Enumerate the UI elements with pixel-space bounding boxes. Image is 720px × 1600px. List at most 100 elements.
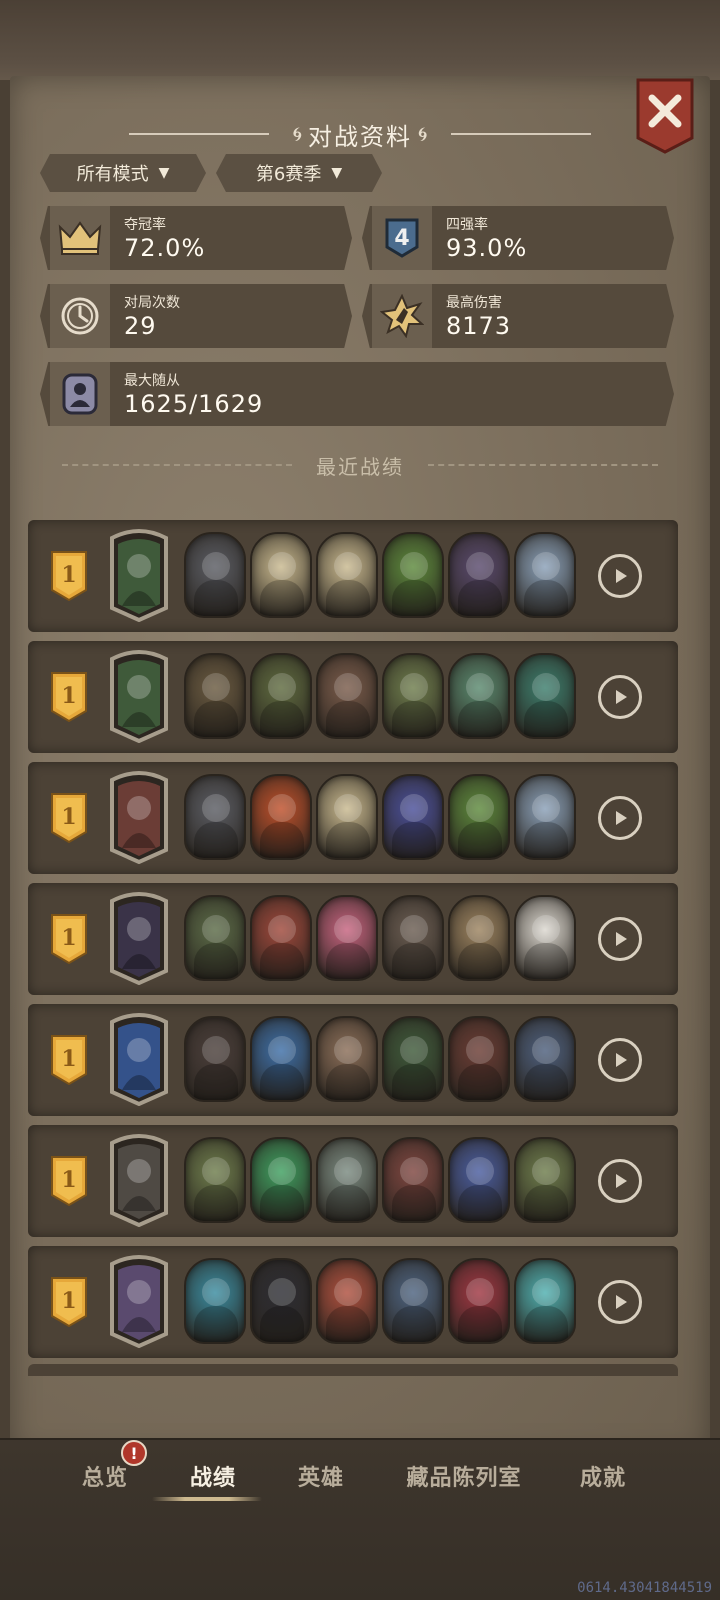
title-row: 🌀︎ 对战资料 🌀︎ — [0, 112, 720, 156]
minion-card[interactable] — [250, 774, 312, 860]
minion-card[interactable] — [316, 1016, 378, 1102]
close-icon — [636, 78, 694, 154]
minion-card[interactable] — [250, 532, 312, 618]
stat-label: 对局次数 — [124, 295, 180, 311]
minion-card[interactable] — [184, 1258, 246, 1344]
tab-heroes[interactable]: 英雄 — [288, 1460, 354, 1500]
minion-card[interactable] — [448, 1137, 510, 1223]
minion-card[interactable] — [382, 1016, 444, 1102]
hero-portrait[interactable] — [104, 1254, 174, 1348]
stat-top-four-rate: 4 四强率 93.0% — [362, 206, 674, 270]
minion-card[interactable] — [316, 1258, 378, 1344]
hero-portrait[interactable] — [104, 649, 174, 743]
play-icon — [616, 690, 627, 704]
minion-card[interactable] — [316, 532, 378, 618]
minion-card[interactable] — [184, 895, 246, 981]
stat-label: 夺冠率 — [124, 217, 166, 233]
minion-card[interactable] — [382, 895, 444, 981]
play-icon — [616, 1174, 627, 1188]
title-divider-left — [128, 133, 269, 135]
minion-card[interactable] — [184, 774, 246, 860]
minion-card[interactable] — [382, 774, 444, 860]
replay-button[interactable] — [598, 675, 642, 719]
stat-label: 最高伤害 — [446, 295, 502, 311]
tab-achievements[interactable]: 成就 — [570, 1460, 636, 1500]
chevron-down-icon: ▼ — [331, 165, 343, 181]
record-row-partial — [28, 1364, 678, 1376]
minion-card[interactable] — [184, 532, 246, 618]
minion-card[interactable] — [250, 653, 312, 739]
section-divider-right — [428, 464, 658, 466]
minion-card[interactable] — [514, 532, 576, 618]
minion-card[interactable] — [514, 1137, 576, 1223]
hero-portrait[interactable] — [104, 1012, 174, 1106]
stat-game-count: 对局次数 29 — [40, 284, 352, 348]
minion-card[interactable] — [514, 1016, 576, 1102]
damage-burst-icon — [372, 284, 432, 348]
tab-records[interactable]: 战绩 — [180, 1460, 246, 1500]
swirl-icon: 🌀︎ — [292, 122, 302, 146]
minion-card[interactable] — [514, 653, 576, 739]
minion-card[interactable] — [250, 895, 312, 981]
minion-card[interactable] — [250, 1137, 312, 1223]
active-tab-underline — [152, 1497, 262, 1501]
close-button[interactable] — [634, 78, 696, 154]
minion-card[interactable] — [316, 1137, 378, 1223]
svg-text:4: 4 — [394, 226, 409, 251]
record-row: 1 — [28, 641, 678, 753]
minion-card[interactable] — [184, 1137, 246, 1223]
minion-card[interactable] — [250, 1016, 312, 1102]
minion-lineup — [184, 1016, 580, 1102]
replay-button[interactable] — [598, 796, 642, 840]
replay-button[interactable] — [598, 1280, 642, 1324]
stat-label: 四强率 — [446, 217, 488, 233]
title-divider-right — [451, 133, 592, 135]
rank-badge: 1 — [50, 1034, 88, 1086]
tab-overview[interactable]: 总览 — [72, 1460, 138, 1500]
record-row: 1 — [28, 1125, 678, 1237]
minion-card[interactable] — [382, 1258, 444, 1344]
stat-win-rate: 夺冠率 72.0% — [40, 206, 352, 270]
svg-text:1: 1 — [61, 1046, 76, 1072]
replay-button[interactable] — [598, 554, 642, 598]
minion-card[interactable] — [316, 653, 378, 739]
minion-card[interactable] — [514, 895, 576, 981]
mode-dropdown[interactable]: 所有模式 ▼ — [40, 154, 206, 192]
replay-button[interactable] — [598, 1038, 642, 1082]
swirl-icon: 🌀︎ — [418, 122, 428, 146]
minion-card[interactable] — [316, 895, 378, 981]
season-dropdown[interactable]: 第6赛季 ▼ — [216, 154, 382, 192]
svg-text:1: 1 — [61, 925, 76, 951]
replay-button[interactable] — [598, 917, 642, 961]
record-row: 1 — [28, 883, 678, 995]
play-icon — [616, 811, 627, 825]
hero-portrait[interactable] — [104, 891, 174, 985]
record-row: 1 — [28, 1004, 678, 1116]
minion-card[interactable] — [514, 774, 576, 860]
minion-card[interactable] — [448, 895, 510, 981]
minion-card[interactable] — [250, 1258, 312, 1344]
alert-badge-icon: ! — [121, 1440, 147, 1466]
minion-card[interactable] — [448, 774, 510, 860]
hero-portrait[interactable] — [104, 528, 174, 622]
minion-card[interactable] — [448, 1258, 510, 1344]
hero-portrait[interactable] — [104, 770, 174, 864]
minion-card[interactable] — [184, 1016, 246, 1102]
minion-card[interactable] — [514, 1258, 576, 1344]
tab-collection[interactable]: 藏品陈列室 — [396, 1460, 532, 1500]
minion-card[interactable] — [184, 653, 246, 739]
minion-card[interactable] — [316, 774, 378, 860]
minion-lineup — [184, 1137, 580, 1223]
hero-portrait[interactable] — [104, 1133, 174, 1227]
stat-max-damage: 最高伤害 8173 — [362, 284, 674, 348]
chevron-down-icon: ▼ — [158, 165, 170, 181]
replay-button[interactable] — [598, 1159, 642, 1203]
minion-card[interactable] — [382, 653, 444, 739]
minion-card[interactable] — [448, 532, 510, 618]
minion-card[interactable] — [382, 1137, 444, 1223]
minion-card[interactable] — [448, 1016, 510, 1102]
season-dropdown-label: 第6赛季 — [255, 164, 322, 185]
rank-badge: 1 — [50, 913, 88, 965]
minion-card[interactable] — [448, 653, 510, 739]
minion-card[interactable] — [382, 532, 444, 618]
